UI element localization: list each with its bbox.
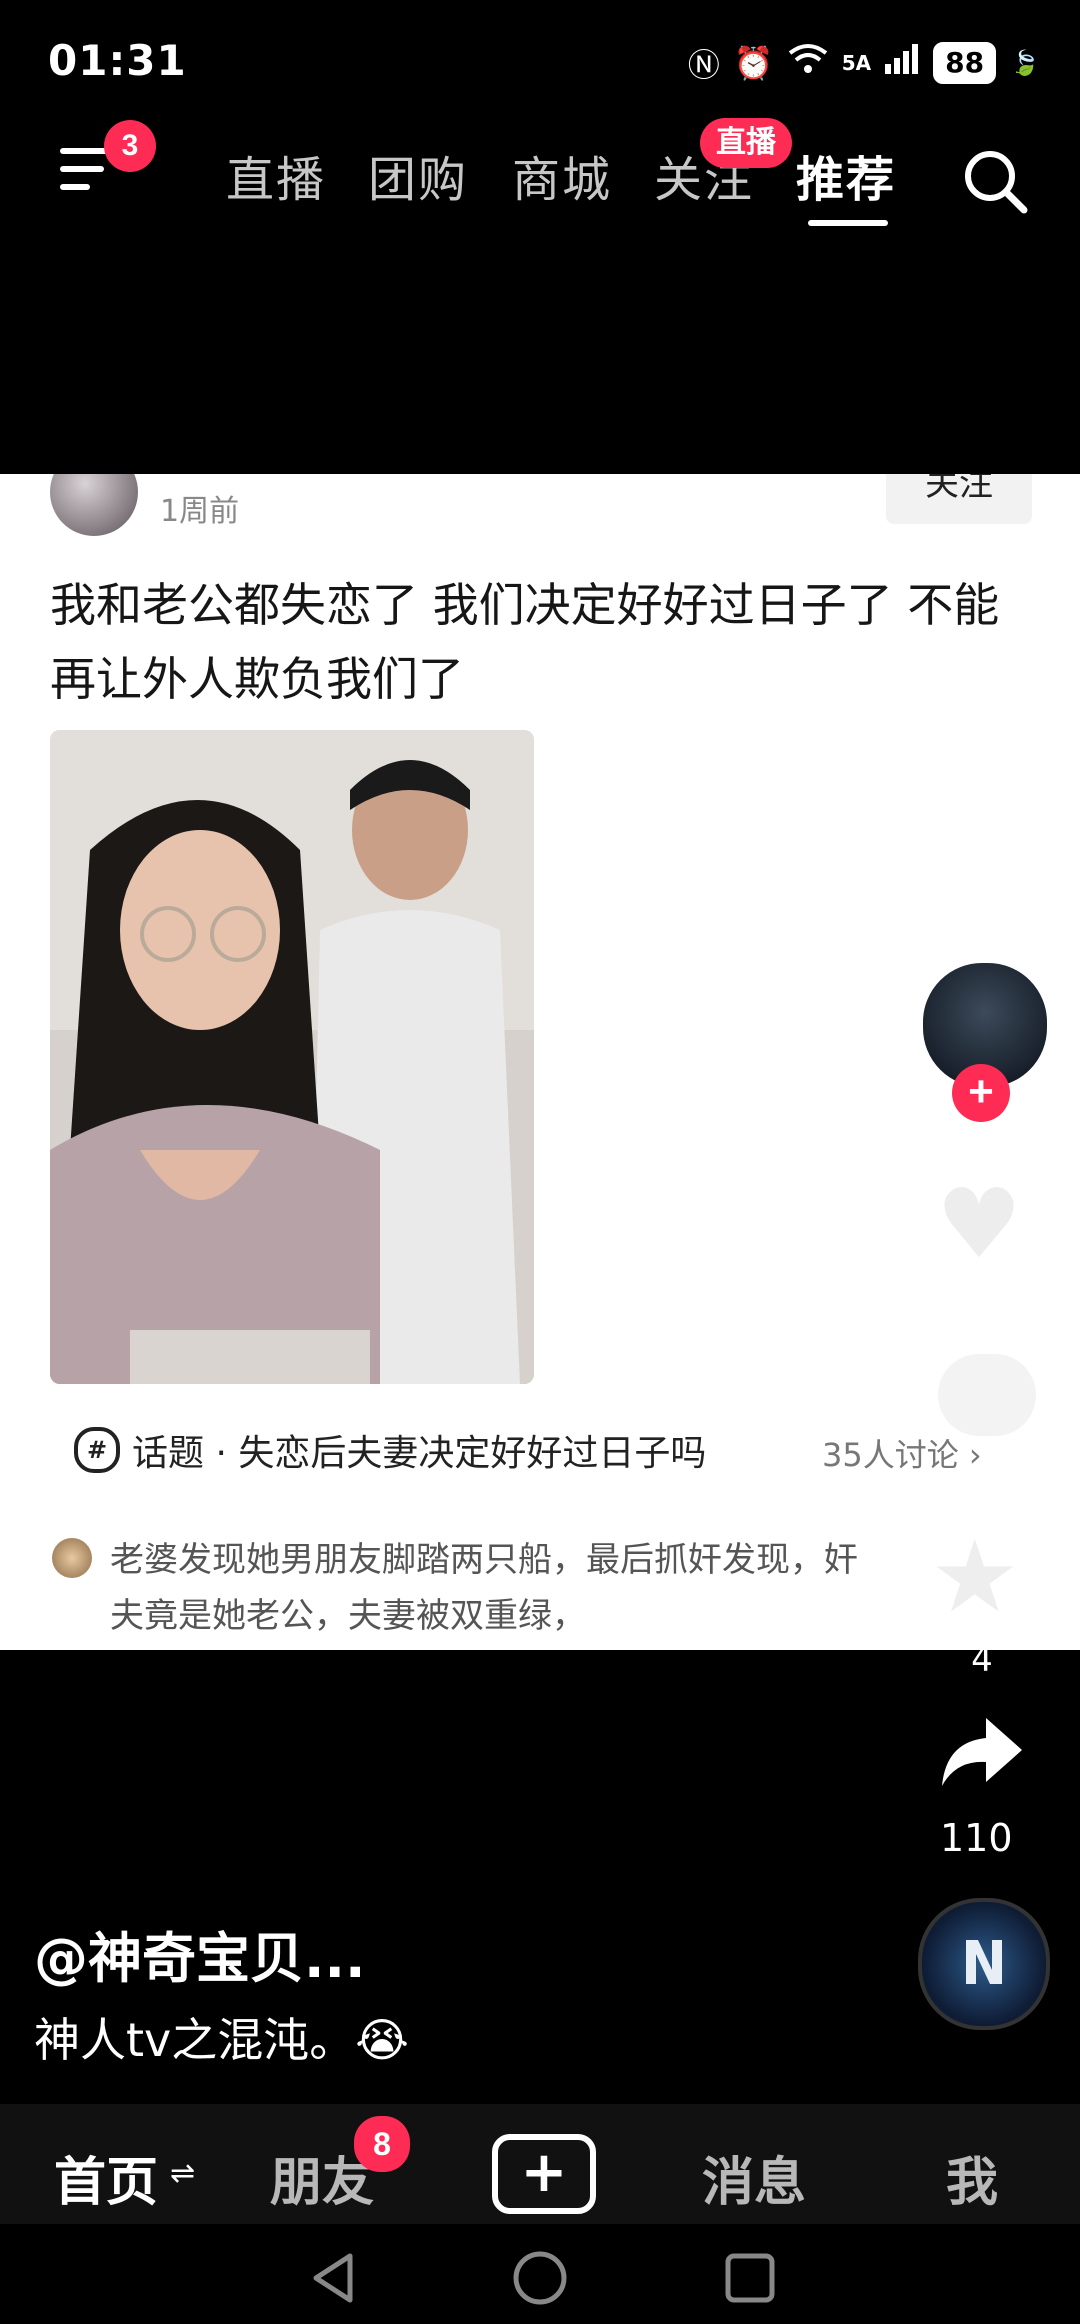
follow-plus-icon[interactable]: + xyxy=(952,1064,1010,1122)
active-tab-indicator xyxy=(808,220,888,226)
signal-icon xyxy=(885,44,919,82)
comment-icon[interactable] xyxy=(938,1354,1036,1436)
tab-messages[interactable]: 消息 xyxy=(702,2140,806,2215)
tab-live[interactable]: 直播 xyxy=(226,140,326,210)
topic-link: # 话题 · 失恋后夫妻决定好好过日子吗 xyxy=(74,1424,706,1476)
nfc-icon: Ⓝ xyxy=(687,46,720,84)
alarm-icon: ⏰ xyxy=(733,44,774,82)
chevron-right-icon: › xyxy=(968,1436,982,1474)
post-card[interactable]: 1周前 关注 我和老公都失恋了 我们决定好好过日子了 不能再让外人欺负我们了 #… xyxy=(0,474,1080,1650)
tab-home[interactable]: 首页 xyxy=(54,2140,158,2215)
post-time: 1周前 xyxy=(160,494,240,529)
share-count: 110 xyxy=(940,1816,1013,1860)
music-disc-icon[interactable] xyxy=(918,1898,1050,2030)
author-name[interactable]: @神奇宝贝... xyxy=(34,1914,366,1993)
post-follow-button: 关注 xyxy=(886,474,1032,524)
network-label: 5A xyxy=(841,51,872,75)
like-heart-icon[interactable]: ♥ xyxy=(936,1168,1022,1280)
status-time: 01:31 xyxy=(48,36,187,85)
favorite-count: 4 xyxy=(971,1640,993,1680)
tab-me[interactable]: 我 xyxy=(946,2140,998,2215)
comment-text: 老婆发现她男朋友脚踏两只船，最后抓奸发现，奸夫竟是她老公，夫妻被双重绿， xyxy=(110,1540,858,1636)
search-icon[interactable] xyxy=(960,146,1030,216)
battery-indicator: 88 xyxy=(933,42,997,84)
wifi-icon xyxy=(788,43,828,83)
leaf-icon: 🍃 xyxy=(1010,49,1040,77)
refresh-icon: ⇌ xyxy=(170,2156,196,2191)
status-icons: Ⓝ ⏰ 5A 88 🍃 xyxy=(688,40,1040,86)
create-button[interactable]: + xyxy=(492,2134,596,2214)
post-author-avatar xyxy=(50,474,138,536)
topic-label: 话题 · 失恋后夫妻决定好好过日子吗 xyxy=(132,1433,707,1474)
home-icon[interactable] xyxy=(512,2250,568,2306)
back-icon[interactable] xyxy=(306,2250,362,2306)
topic-count: 35人讨论 › xyxy=(822,1436,982,1474)
recents-icon[interactable] xyxy=(722,2250,778,2306)
hashtag-icon: # xyxy=(74,1427,120,1473)
friends-badge: 8 xyxy=(354,2116,410,2172)
post-photo xyxy=(50,730,534,1384)
tab-mall[interactable]: 商城 xyxy=(512,140,612,210)
tab-recommend[interactable]: 推荐 xyxy=(796,140,896,210)
share-arrow-icon[interactable] xyxy=(936,1712,1026,1813)
menu-badge: 3 xyxy=(104,120,156,172)
post-text: 我和老公都失恋了 我们决定好好过日子了 不能再让外人欺负我们了 xyxy=(50,578,1000,706)
video-caption: 神人tv之混沌。😭 xyxy=(34,2013,410,2067)
tab-group-buy[interactable]: 团购 xyxy=(368,140,468,210)
live-badge: 直播 xyxy=(700,118,792,168)
favorite-star-icon[interactable]: ★ xyxy=(930,1518,1020,1635)
comment-avatar xyxy=(52,1538,92,1578)
